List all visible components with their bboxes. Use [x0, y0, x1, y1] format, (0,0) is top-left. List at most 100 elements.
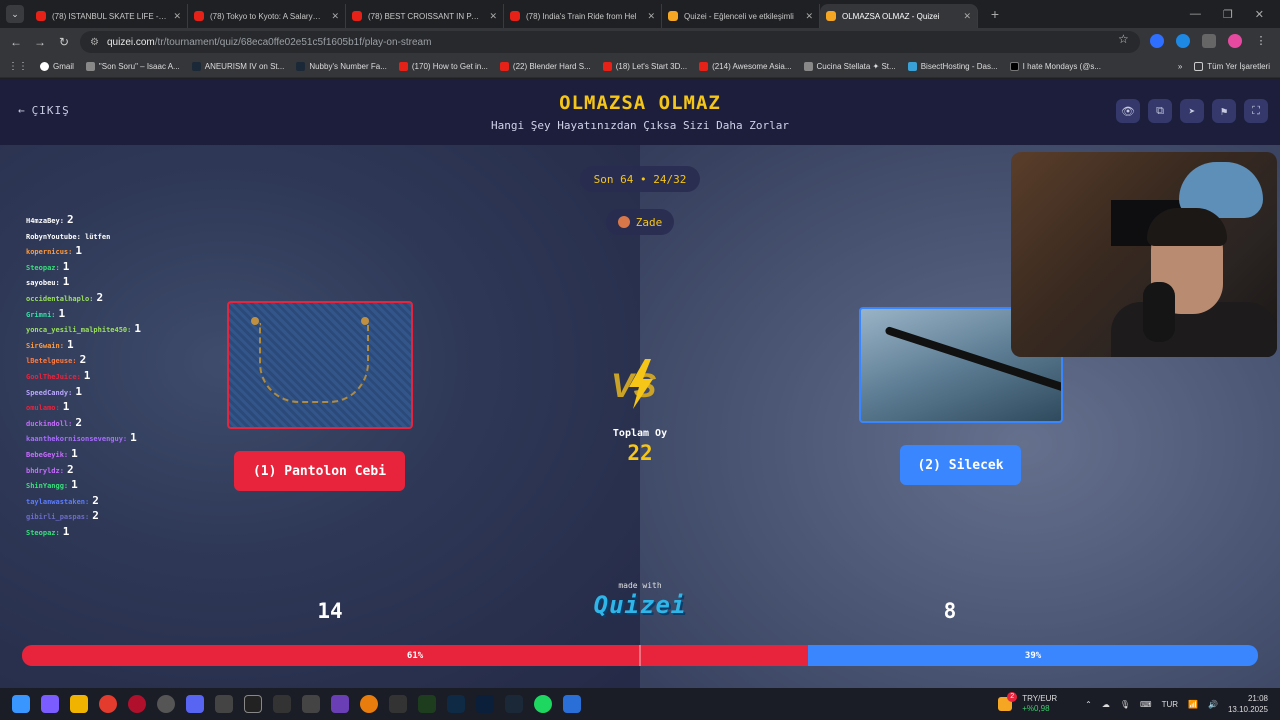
bookmark-item[interactable]: ANEURISM IV on St...: [191, 62, 284, 71]
bookmark-item[interactable]: Gmail: [40, 62, 74, 71]
bookmark-star-icon[interactable]: ☆: [1118, 32, 1129, 46]
bookmark-item[interactable]: (22) Blender Hard S...: [499, 62, 591, 71]
chat-username: sayobeu:: [26, 279, 60, 288]
bookmark-item[interactable]: "Son Soru" – Isaac A...: [85, 62, 180, 71]
opera-icon[interactable]: [128, 695, 146, 713]
browser-tab[interactable]: (78) ISTANBUL SKATE LIFE - You ✕: [30, 4, 188, 28]
back-icon[interactable]: ←: [4, 35, 28, 49]
tab-search-button[interactable]: ⌄: [6, 5, 24, 23]
browser-tab[interactable]: (78) India's Train Ride from Hel ✕: [504, 4, 662, 28]
wifi-icon[interactable]: 📶: [1188, 700, 1198, 709]
new-tab-button[interactable]: +: [986, 5, 1004, 23]
browser-tab[interactable]: (78) BEST CROISSANT IN PARIS ✕: [346, 4, 504, 28]
app-icon[interactable]: [215, 695, 233, 713]
forward-icon[interactable]: →: [28, 35, 52, 49]
made-with-label: made with: [618, 581, 662, 590]
chat-username: taylanwastaken:: [26, 497, 90, 506]
chat-message: kopernicus: 1: [26, 244, 176, 260]
chrome-icon[interactable]: [99, 695, 117, 713]
eye-icon[interactable]: 👁: [1116, 99, 1140, 123]
all-bookmarks-folder[interactable]: Tüm Yer İşaretleri: [1194, 62, 1270, 71]
chat-username: omulamo:: [26, 404, 60, 413]
address-bar[interactable]: ⚙ quizei.com/tr/tournament/quiz/68eca0ff…: [80, 31, 1140, 53]
speaker-icon[interactable]: 🔊: [1208, 700, 1218, 709]
spotify-icon[interactable]: [534, 695, 552, 713]
pycharm-icon[interactable]: [418, 695, 436, 713]
close-tab-icon[interactable]: ✕: [805, 11, 813, 22]
chat-vote: 1: [58, 306, 66, 320]
quizei-logo[interactable]: Quizei: [590, 591, 690, 619]
clock[interactable]: 21:08 13.10.2025: [1228, 693, 1268, 715]
chat-vote: 1: [83, 368, 91, 382]
browser-tab-active[interactable]: OLMAZSA OLMAZ - Quizei ✕: [820, 4, 978, 28]
currency-widget[interactable]: TRY/EUR +%0,98: [1022, 694, 1057, 714]
url-host: quizei.com: [106, 36, 155, 48]
browser-tab[interactable]: (78) Tokyo to Kyoto: A Salaryman ✕: [188, 4, 346, 28]
bookmark-item[interactable]: I hate Mondays (@s...: [1009, 62, 1101, 71]
fullscreen-icon[interactable]: ⛶: [1244, 99, 1268, 123]
youtube-icon: [699, 62, 709, 71]
close-tab-icon[interactable]: ✕: [173, 11, 181, 22]
close-tab-icon[interactable]: ✕: [647, 11, 655, 22]
chat-vote: 1: [130, 431, 137, 445]
chevron-up-icon[interactable]: ⌃: [1085, 700, 1092, 709]
flag-icon[interactable]: ⚑: [1212, 99, 1236, 123]
visual-studio-icon[interactable]: [331, 695, 349, 713]
bookmark-item[interactable]: (214) Awesome Asia...: [699, 62, 792, 71]
file-explorer-icon[interactable]: [70, 695, 88, 713]
github-icon[interactable]: [273, 695, 291, 713]
extensions-puzzle-icon[interactable]: [1202, 34, 1216, 48]
discord-icon[interactable]: [186, 695, 204, 713]
keyboard-icon[interactable]: ⌨: [1140, 700, 1152, 709]
left-option-image[interactable]: [227, 301, 413, 429]
bookmark-item[interactable]: Nubby's Number Fa...: [296, 62, 387, 71]
bookmark-item[interactable]: Cucina Stellata ✦ St...: [803, 62, 896, 71]
close-tab-icon[interactable]: ✕: [331, 11, 339, 22]
copilot-icon[interactable]: [41, 695, 59, 713]
bookmark-item[interactable]: BisectHosting - Das...: [907, 62, 998, 71]
extension-icon[interactable]: [1176, 34, 1190, 48]
network-icon[interactable]: ☁: [1102, 700, 1110, 709]
language-indicator[interactable]: TUR: [1162, 700, 1178, 709]
close-tab-icon[interactable]: ✕: [489, 11, 497, 22]
versus-icon: VS: [611, 359, 657, 409]
bookmark-item[interactable]: (18) Let's Start 3D...: [602, 62, 687, 71]
bar-center-marker: [639, 645, 641, 666]
menu-dots-icon[interactable]: ⋮: [1254, 34, 1268, 48]
steam-icon[interactable]: [505, 695, 523, 713]
more-bookmarks-button[interactable]: »: [1178, 62, 1182, 71]
unreal-icon[interactable]: [244, 695, 262, 713]
left-option-button[interactable]: (1) Pantolon Cebi: [234, 451, 405, 491]
browser-tab[interactable]: Quizei - Eğlenceli ve etkileşimli ✕: [662, 4, 820, 28]
youtube-icon: [602, 62, 612, 71]
site-info-icon[interactable]: ⚙: [90, 37, 99, 48]
send-icon[interactable]: ➤: [1180, 99, 1204, 123]
tab-title: Quizei - Eğlenceli ve etkileşimli: [684, 11, 794, 21]
fresco-icon[interactable]: [447, 695, 465, 713]
tab-title: (78) India's Train Ride from Hel: [526, 11, 637, 21]
bookmark-label: "Son Soru" – Isaac A...: [98, 62, 180, 71]
right-option-button[interactable]: (2) Silecek: [900, 445, 1021, 485]
chat-vote: 1: [62, 524, 70, 538]
copy-icon[interactable]: ⧉: [1148, 99, 1172, 123]
bookmark-item[interactable]: (170) How to Get in...: [398, 62, 488, 71]
app-icon[interactable]: [563, 695, 581, 713]
microphone-icon[interactable]: 🎙: [1120, 700, 1130, 709]
minimize-icon[interactable]: —: [1190, 8, 1201, 21]
extension-icon[interactable]: [1150, 34, 1164, 48]
bookmark-icon: [907, 62, 917, 71]
youtube-icon: [398, 62, 408, 71]
obs-icon[interactable]: [157, 695, 175, 713]
app-icon[interactable]: [302, 695, 320, 713]
windows-start-icon[interactable]: [12, 695, 30, 713]
reload-icon[interactable]: ↻: [52, 35, 76, 49]
app-icon[interactable]: [389, 695, 407, 713]
close-tab-icon[interactable]: ✕: [963, 11, 971, 22]
photoshop-icon[interactable]: [476, 695, 494, 713]
apps-grid-icon[interactable]: ⋮⋮: [8, 61, 28, 72]
blender-icon[interactable]: [360, 695, 378, 713]
close-window-icon[interactable]: ✕: [1255, 8, 1264, 21]
restore-icon[interactable]: ❐: [1223, 8, 1233, 21]
currency-icon[interactable]: 2: [998, 692, 1018, 711]
profile-avatar[interactable]: [1228, 34, 1242, 48]
